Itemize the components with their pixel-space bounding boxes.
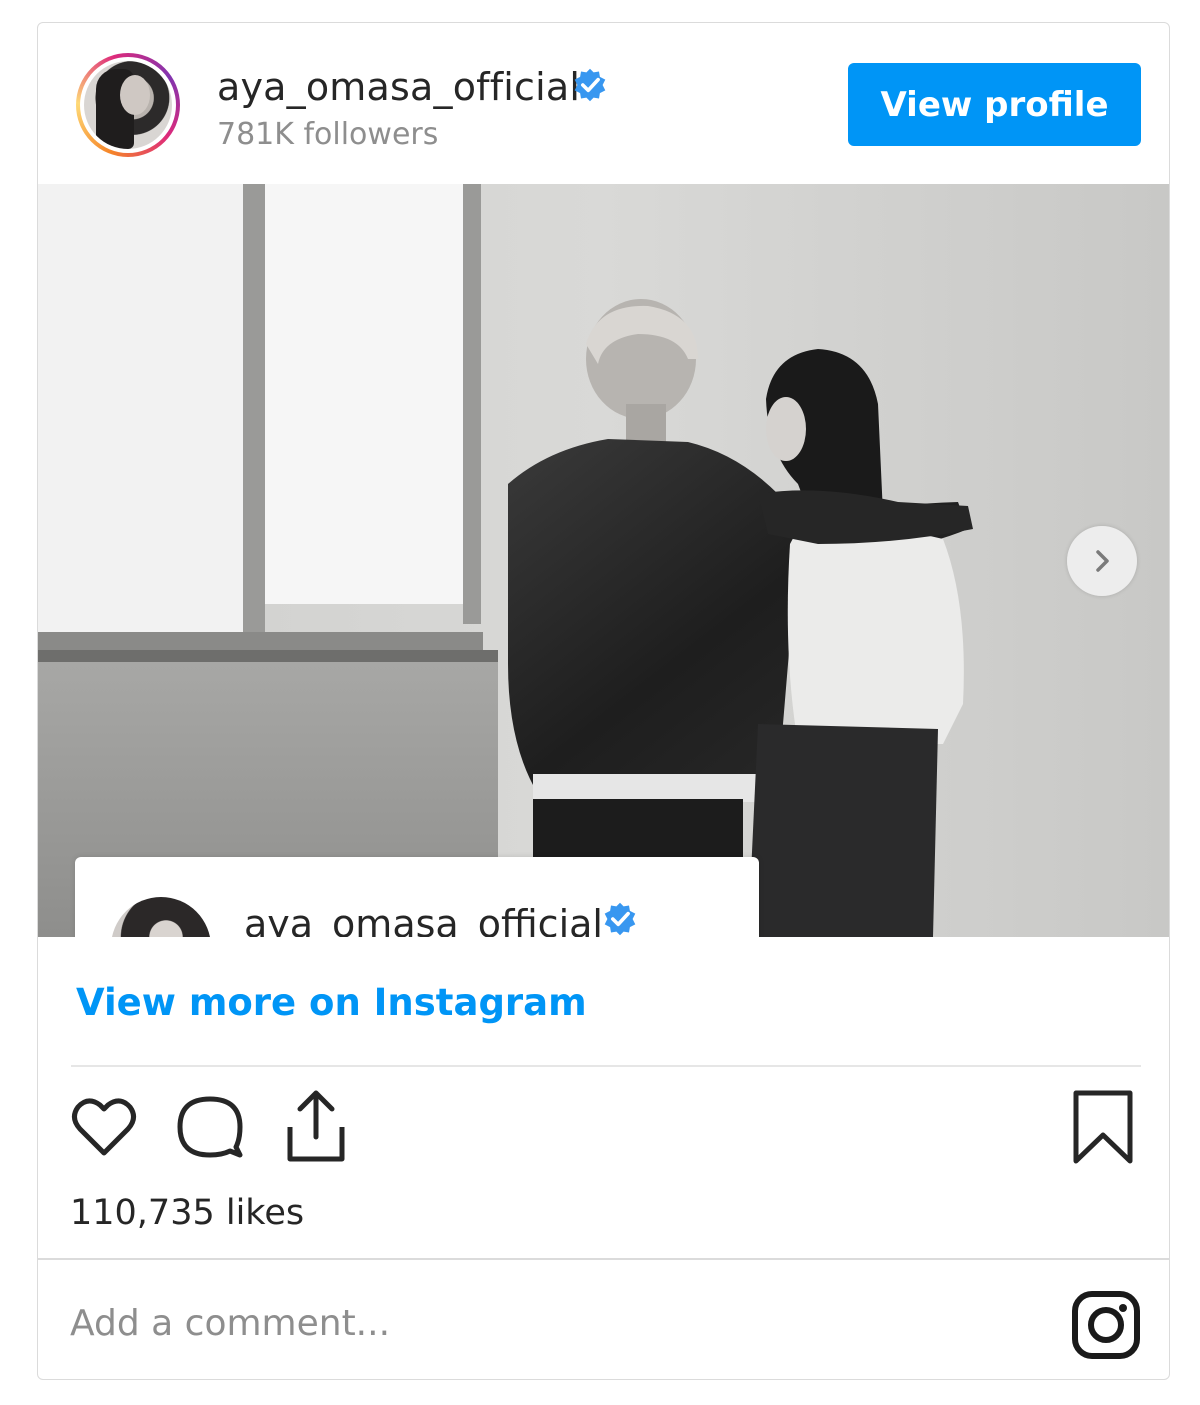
post-header: aya_omasa_official 781K followers View p… (38, 23, 1169, 184)
bookmark-icon[interactable] (1068, 1089, 1138, 1165)
next-photo-button[interactable] (1067, 526, 1137, 596)
verified-badge-icon (604, 902, 636, 936)
followers-count: 781K followers (217, 117, 439, 152)
instagram-embed-card: aya_omasa_official 781K followers View p… (37, 22, 1170, 1380)
overlay-username: aya_omasa_official (244, 902, 603, 937)
comment-input[interactable] (70, 1303, 970, 1344)
overlay-avatar (111, 897, 211, 937)
view-more-on-instagram-link[interactable]: View more on Instagram (76, 981, 587, 1024)
divider (71, 1065, 1141, 1067)
username[interactable]: aya_omasa_official (217, 65, 580, 109)
post-photo[interactable]: aya_omasa_official (38, 184, 1169, 937)
divider (38, 1258, 1169, 1260)
share-icon[interactable] (280, 1087, 352, 1165)
embedded-profile-overlay[interactable]: aya_omasa_official (75, 857, 759, 937)
likes-count: 110,735 likes (70, 1193, 305, 1233)
instagram-logo-icon[interactable] (1070, 1289, 1142, 1361)
couple-photo-image (38, 184, 1169, 937)
view-profile-button[interactable]: View profile (848, 63, 1141, 146)
avatar[interactable] (84, 61, 172, 149)
comment-bubble-icon[interactable] (174, 1091, 246, 1163)
verified-badge-icon (574, 68, 606, 102)
chevron-right-icon (1096, 550, 1109, 572)
heart-icon[interactable] (68, 1091, 140, 1163)
